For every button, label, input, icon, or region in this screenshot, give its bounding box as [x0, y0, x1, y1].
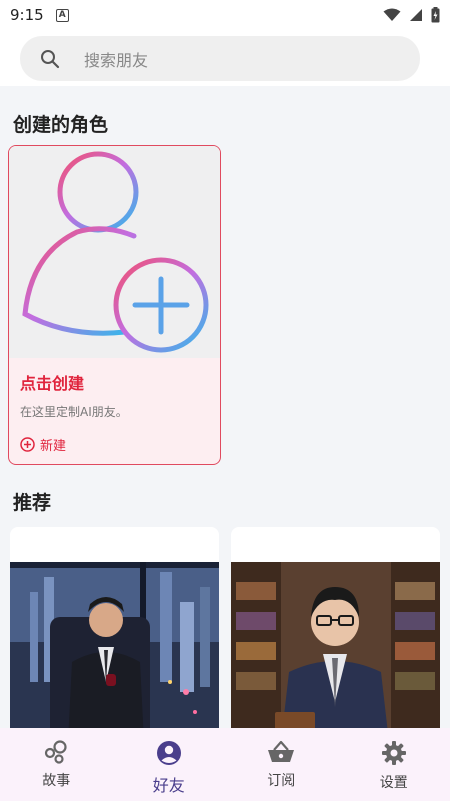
create-card-description: 在这里定制AI朋友。	[20, 405, 128, 419]
plus-circle-icon	[20, 437, 35, 452]
nav-item-story[interactable]: 故事	[0, 728, 113, 801]
basket-icon	[268, 740, 295, 762]
story-icon	[45, 740, 67, 764]
nav-label-story: 故事	[42, 773, 71, 789]
nav-item-subscribe[interactable]: 订阅	[225, 728, 338, 801]
nav-item-friend[interactable]: 好友	[113, 728, 226, 801]
wifi-icon	[383, 8, 401, 21]
nav-item-settings[interactable]: 设置	[338, 728, 450, 801]
nav-label-subscribe: 订阅	[267, 773, 296, 789]
search-icon	[41, 49, 60, 68]
search-placeholder: 搜索朋友	[84, 50, 149, 70]
notification-icon: A	[55, 8, 69, 22]
battery-icon	[431, 7, 440, 23]
new-button[interactable]: 新建	[20, 435, 66, 454]
create-character-card[interactable]: 点击创建 在这里定制AI朋友。 新建	[8, 145, 221, 465]
search-input[interactable]: 搜索朋友	[20, 36, 420, 81]
status-bar: 9:15 A	[0, 0, 450, 30]
search-area: 搜索朋友	[0, 30, 450, 86]
recommended-section-title: 推荐	[13, 492, 52, 514]
character-image-glasses-man	[231, 562, 440, 737]
new-button-label: 新建	[40, 439, 67, 454]
created-section-title: 创建的角色	[13, 114, 109, 136]
character-image-businessman	[10, 562, 219, 737]
recommended-card[interactable]	[10, 527, 219, 737]
add-user-icon	[22, 151, 209, 353]
create-illustration	[9, 146, 220, 358]
status-time: 9:15	[10, 6, 44, 24]
bottom-navigation: 故事 好友 订阅 设置	[0, 728, 450, 801]
status-icons	[383, 7, 440, 23]
nav-label-settings: 设置	[379, 775, 408, 791]
gear-icon	[381, 741, 406, 765]
nav-label-friend: 好友	[152, 776, 185, 795]
signal-icon	[410, 9, 422, 21]
create-card-title: 点击创建	[20, 374, 85, 393]
recommended-card[interactable]	[231, 527, 440, 737]
friend-icon	[156, 741, 181, 765]
